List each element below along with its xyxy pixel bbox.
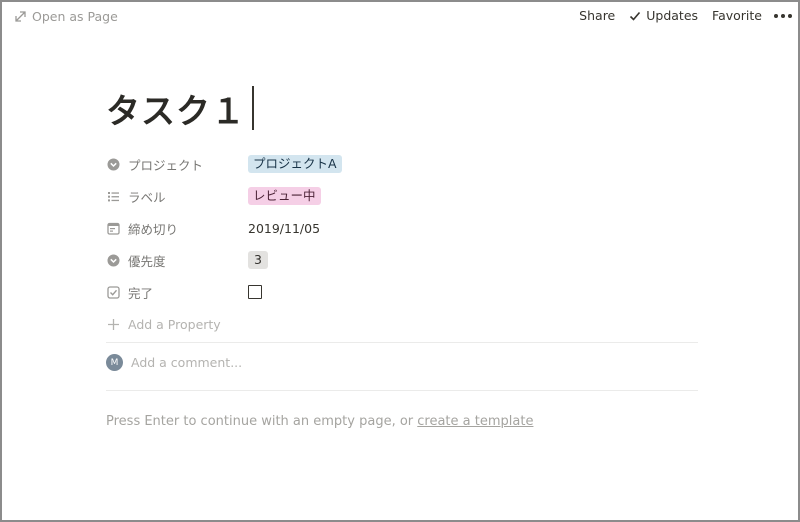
expand-icon (14, 10, 27, 23)
select-icon (106, 157, 120, 171)
hint-text: Press Enter to continue with an empty pa… (106, 414, 418, 429)
plus-icon (106, 317, 120, 331)
divider-bottom (106, 390, 698, 391)
divider-top (106, 342, 698, 343)
property-row-done: 完了 (106, 276, 698, 308)
property-value-label[interactable]: レビュー中 (248, 187, 321, 205)
page-title[interactable]: タスク１ (106, 84, 246, 133)
updates-label: Updates (646, 8, 699, 23)
property-name-done[interactable]: 完了 (106, 283, 248, 302)
comment-area: M (106, 354, 431, 371)
top-bar: Open as Page Share Updates Favorite (2, 2, 798, 32)
tag-priority: 3 (248, 251, 268, 269)
property-row-priority: 優先度 3 (106, 244, 698, 276)
top-actions: Share Updates Favorite (565, 8, 792, 23)
property-name-deadline[interactable]: 締め切り (106, 219, 248, 238)
property-row-label: ラベル レビュー中 (106, 180, 698, 212)
property-value-deadline[interactable]: 2019/11/05 (248, 221, 320, 236)
title-area[interactable]: タスク１ (106, 84, 254, 132)
text-caret (252, 86, 254, 130)
tag-label: レビュー中 (248, 187, 321, 205)
property-name-project[interactable]: プロジェクト (106, 155, 248, 174)
comment-input[interactable] (131, 355, 431, 370)
list-icon (106, 189, 120, 203)
favorite-button[interactable]: Favorite (712, 8, 762, 23)
deadline-date: 2019/11/05 (248, 220, 321, 236)
empty-page-hint: Press Enter to continue with an empty pa… (106, 414, 533, 429)
property-list: プロジェクト プロジェクトA ラベル レビュー中 締め切り 2019/11/05… (106, 148, 698, 340)
peek-window: Open as Page Share Updates Favorite タスク１ (0, 0, 800, 522)
add-property-button[interactable]: Add a Property (106, 308, 698, 340)
tag-project: プロジェクトA (248, 155, 342, 173)
property-label: 優先度 (128, 253, 166, 269)
property-value-priority[interactable]: 3 (248, 251, 268, 269)
select-icon (106, 253, 120, 267)
create-template-link[interactable]: create a template (417, 414, 533, 429)
property-name-label[interactable]: ラベル (106, 187, 248, 206)
checkbox-icon (106, 285, 120, 299)
open-as-page-button[interactable]: Open as Page (14, 9, 118, 24)
property-label: 締め切り (128, 221, 179, 237)
property-name-priority[interactable]: 優先度 (106, 251, 248, 270)
property-label: プロジェクト (128, 157, 204, 173)
check-icon (629, 10, 641, 22)
add-property: Add a Property (106, 317, 221, 332)
updates-button[interactable]: Updates (629, 8, 698, 23)
property-row-deadline: 締め切り 2019/11/05 (106, 212, 698, 244)
more-icon[interactable] (774, 9, 792, 23)
property-row-project: プロジェクト プロジェクトA (106, 148, 698, 180)
property-label: ラベル (128, 189, 166, 205)
open-as-page-label: Open as Page (32, 9, 118, 24)
done-checkbox[interactable] (248, 285, 262, 299)
property-value-done (248, 285, 262, 299)
property-label: 完了 (128, 285, 154, 301)
property-value-project[interactable]: プロジェクトA (248, 155, 342, 173)
calendar-icon (106, 221, 120, 235)
share-button[interactable]: Share (579, 8, 615, 23)
add-property-label: Add a Property (128, 316, 221, 332)
avatar: M (106, 354, 123, 371)
